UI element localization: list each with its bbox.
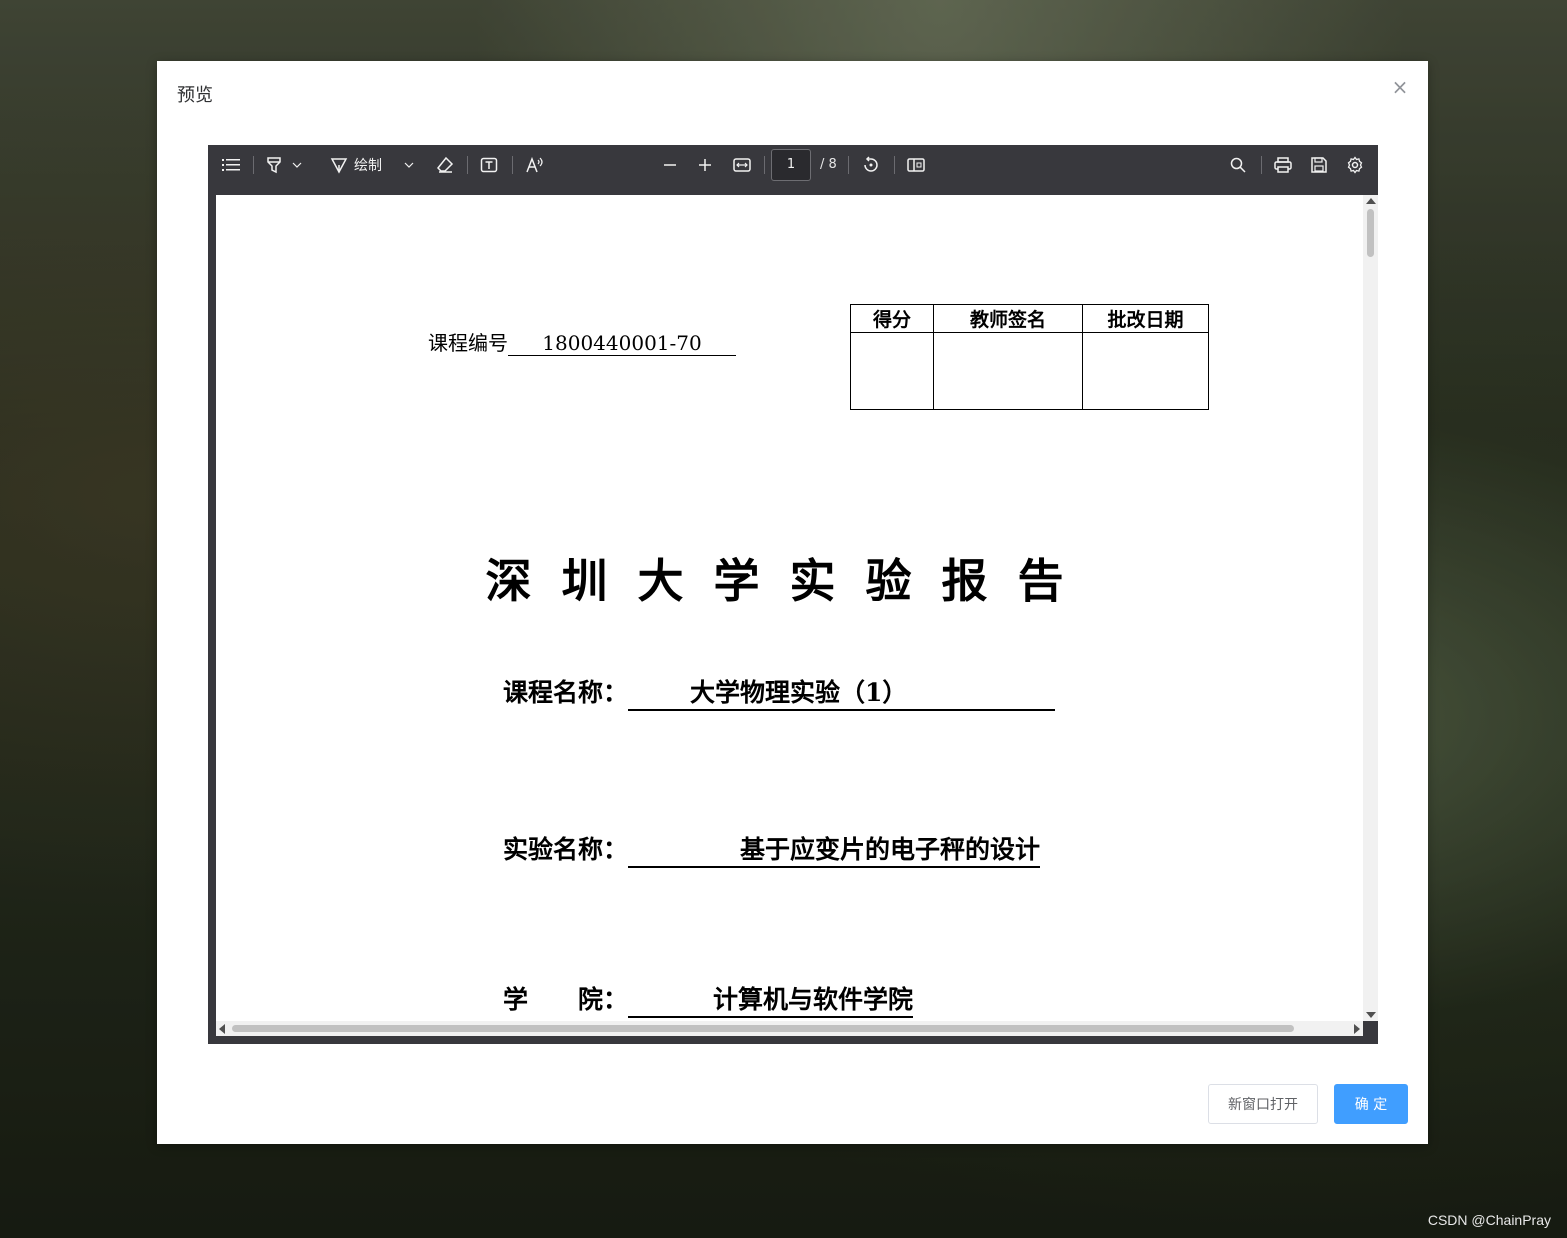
page-view-icon[interactable] — [905, 153, 927, 177]
toolbar-separator — [512, 156, 513, 174]
eraser-icon[interactable] — [434, 153, 456, 177]
scroll-up-arrow[interactable] — [1366, 198, 1376, 204]
pdf-page: 课程编号1800440001-70 得分 教师签名 批改日期 深圳大学实验报告 — [216, 195, 1363, 1030]
confirm-button[interactable]: 确 定 — [1334, 1084, 1408, 1124]
pdf-toolbar: 绘制 1 / 8 — [208, 145, 1378, 185]
course-code-value: 1800440001-70 — [508, 331, 736, 356]
experiment-name-field: 实验名称： 基于应变片的电子秤的设计 — [503, 830, 1041, 868]
document-area[interactable]: 课程编号1800440001-70 得分 教师签名 批改日期 深圳大学实验报告 — [208, 185, 1378, 1044]
toolbar-separator — [894, 156, 895, 174]
scroll-thumb[interactable] — [232, 1025, 1294, 1032]
scroll-left-arrow[interactable] — [219, 1024, 225, 1034]
page-total: / 8 — [820, 157, 837, 172]
draw-label: 绘制 — [354, 158, 382, 174]
score-table: 得分 教师签名 批改日期 — [850, 304, 1209, 410]
scroll-right-arrow[interactable] — [1354, 1024, 1360, 1034]
settings-icon[interactable] — [1344, 153, 1366, 177]
zoom-out-icon[interactable] — [659, 153, 681, 177]
field-label: 课程名称： — [503, 678, 629, 707]
field-label: 学 院： — [503, 985, 629, 1014]
field-value: 基于应变片的电子秤的设计 — [628, 830, 1041, 868]
draw-button[interactable]: 绘制 — [330, 153, 400, 177]
score-cell — [850, 332, 934, 410]
teacher-signature-header: 教师签名 — [933, 304, 1083, 333]
scroll-thumb[interactable] — [1367, 209, 1374, 257]
fit-width-icon[interactable] — [731, 153, 753, 177]
field-value: 计算机与软件学院 — [628, 980, 914, 1018]
pdf-viewer: 绘制 1 / 8 课程编号 1800440001-70 得分 教师签名 批改日期… — [208, 145, 1378, 1044]
scroll-down-arrow[interactable] — [1366, 1012, 1376, 1018]
field-value: 大学物理实验（1） — [628, 673, 1056, 711]
text-box-icon[interactable] — [478, 153, 500, 177]
score-header: 得分 — [850, 304, 934, 333]
close-icon[interactable]: × — [1390, 77, 1410, 97]
course-code-label: 课程编号 — [428, 331, 508, 355]
watermark: CSDN @ChainPray — [1427, 1212, 1551, 1228]
teacher-signature-cell — [933, 332, 1083, 410]
dialog-title: 预览 — [177, 85, 213, 106]
grading-date-cell — [1082, 332, 1209, 410]
chevron-down-icon[interactable] — [402, 153, 416, 177]
course-name-field: 课程名称： 大学物理实验（1） — [503, 673, 1056, 711]
toolbar-separator — [467, 156, 468, 174]
save-icon[interactable] — [1308, 153, 1330, 177]
sidebar-toggle-icon[interactable] — [220, 153, 242, 177]
rotate-icon[interactable] — [860, 153, 882, 177]
read-aloud-icon[interactable] — [523, 153, 545, 177]
preview-dialog: 预览 × 绘制 1 / 8 课程编号 1800440001-70 得分 教师签名… — [157, 61, 1428, 1144]
vertical-scrollbar[interactable] — [1363, 195, 1378, 1021]
course-code: 课程编号 1800440001-70 — [428, 327, 736, 356]
print-icon[interactable] — [1272, 153, 1294, 177]
report-title: 深圳大学实验报告 — [485, 554, 1094, 608]
toolbar-separator — [1261, 156, 1262, 174]
open-new-window-button[interactable]: 新窗口打开 — [1208, 1084, 1318, 1124]
highlight-icon[interactable] — [263, 153, 285, 177]
grading-date-header: 批改日期 — [1082, 304, 1209, 333]
field-label: 实验名称： — [503, 835, 629, 864]
page-number-input[interactable]: 1 — [771, 149, 811, 181]
toolbar-separator — [764, 156, 765, 174]
horizontal-scrollbar[interactable] — [216, 1021, 1363, 1036]
zoom-in-icon[interactable] — [694, 153, 716, 177]
chevron-down-icon[interactable] — [290, 153, 304, 177]
toolbar-separator — [253, 156, 254, 174]
college-field: 学 院： 计算机与软件学院 — [503, 980, 914, 1018]
draw-icon — [330, 158, 348, 174]
search-icon[interactable] — [1227, 153, 1249, 177]
toolbar-separator — [848, 156, 849, 174]
